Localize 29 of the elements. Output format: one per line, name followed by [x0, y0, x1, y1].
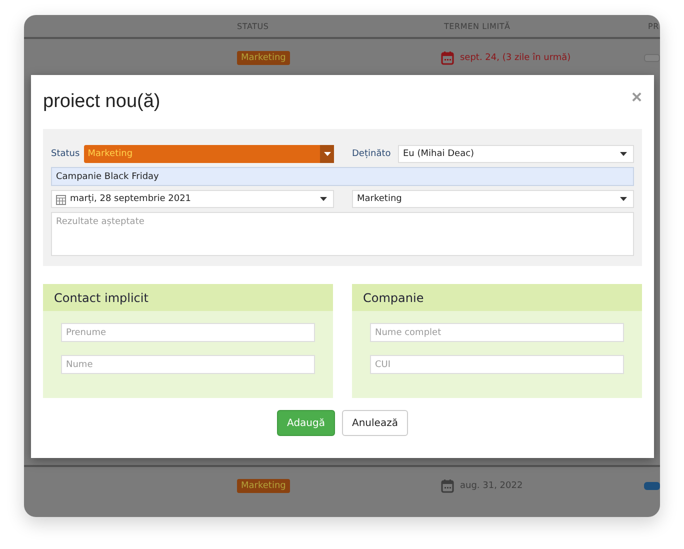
input-field[interactable]: Nume complet — [370, 323, 624, 342]
toggle-switch[interactable] — [644, 482, 660, 490]
caret-icon — [324, 152, 330, 156]
name-field[interactable]: Campanie Black Friday — [51, 167, 634, 186]
status-badge: Marketing — [237, 51, 290, 65]
column-header: STATUS — [237, 22, 270, 30]
column-header: PR — [648, 22, 659, 30]
due-date: aug. 31, 2022 — [460, 481, 523, 491]
caret-icon — [620, 197, 627, 201]
input-field[interactable]: Nume — [61, 355, 315, 374]
due-date: sept. 24, (3 zile în urmă) — [460, 53, 571, 63]
status-badge: Marketing — [237, 479, 290, 493]
results-field[interactable]: Rezultate așteptate — [51, 212, 634, 256]
toggle-switch[interactable] — [644, 54, 660, 62]
input-field[interactable]: CUI — [370, 355, 624, 374]
owner-select[interactable]: Eu (Mihai Deac) — [398, 145, 634, 163]
caret-icon — [620, 152, 627, 156]
category-select[interactable]: Marketing — [352, 190, 634, 208]
dialog-title: proiect nou(ă) — [43, 91, 160, 113]
input-field[interactable]: Prenume — [61, 323, 315, 342]
cancel-button[interactable]: Anulează — [342, 410, 408, 436]
section-title: Contact implicit — [43, 284, 333, 311]
caret-icon — [320, 197, 327, 201]
field-label: Status — [51, 149, 80, 159]
section-title: Companie — [352, 284, 642, 311]
date-select[interactable]: marți, 28 septembrie 2021 — [51, 190, 334, 208]
calendar-icon — [56, 194, 66, 204]
field-label: Deținăto — [352, 149, 392, 159]
column-header: TERMEN LIMITĂ — [444, 22, 512, 30]
